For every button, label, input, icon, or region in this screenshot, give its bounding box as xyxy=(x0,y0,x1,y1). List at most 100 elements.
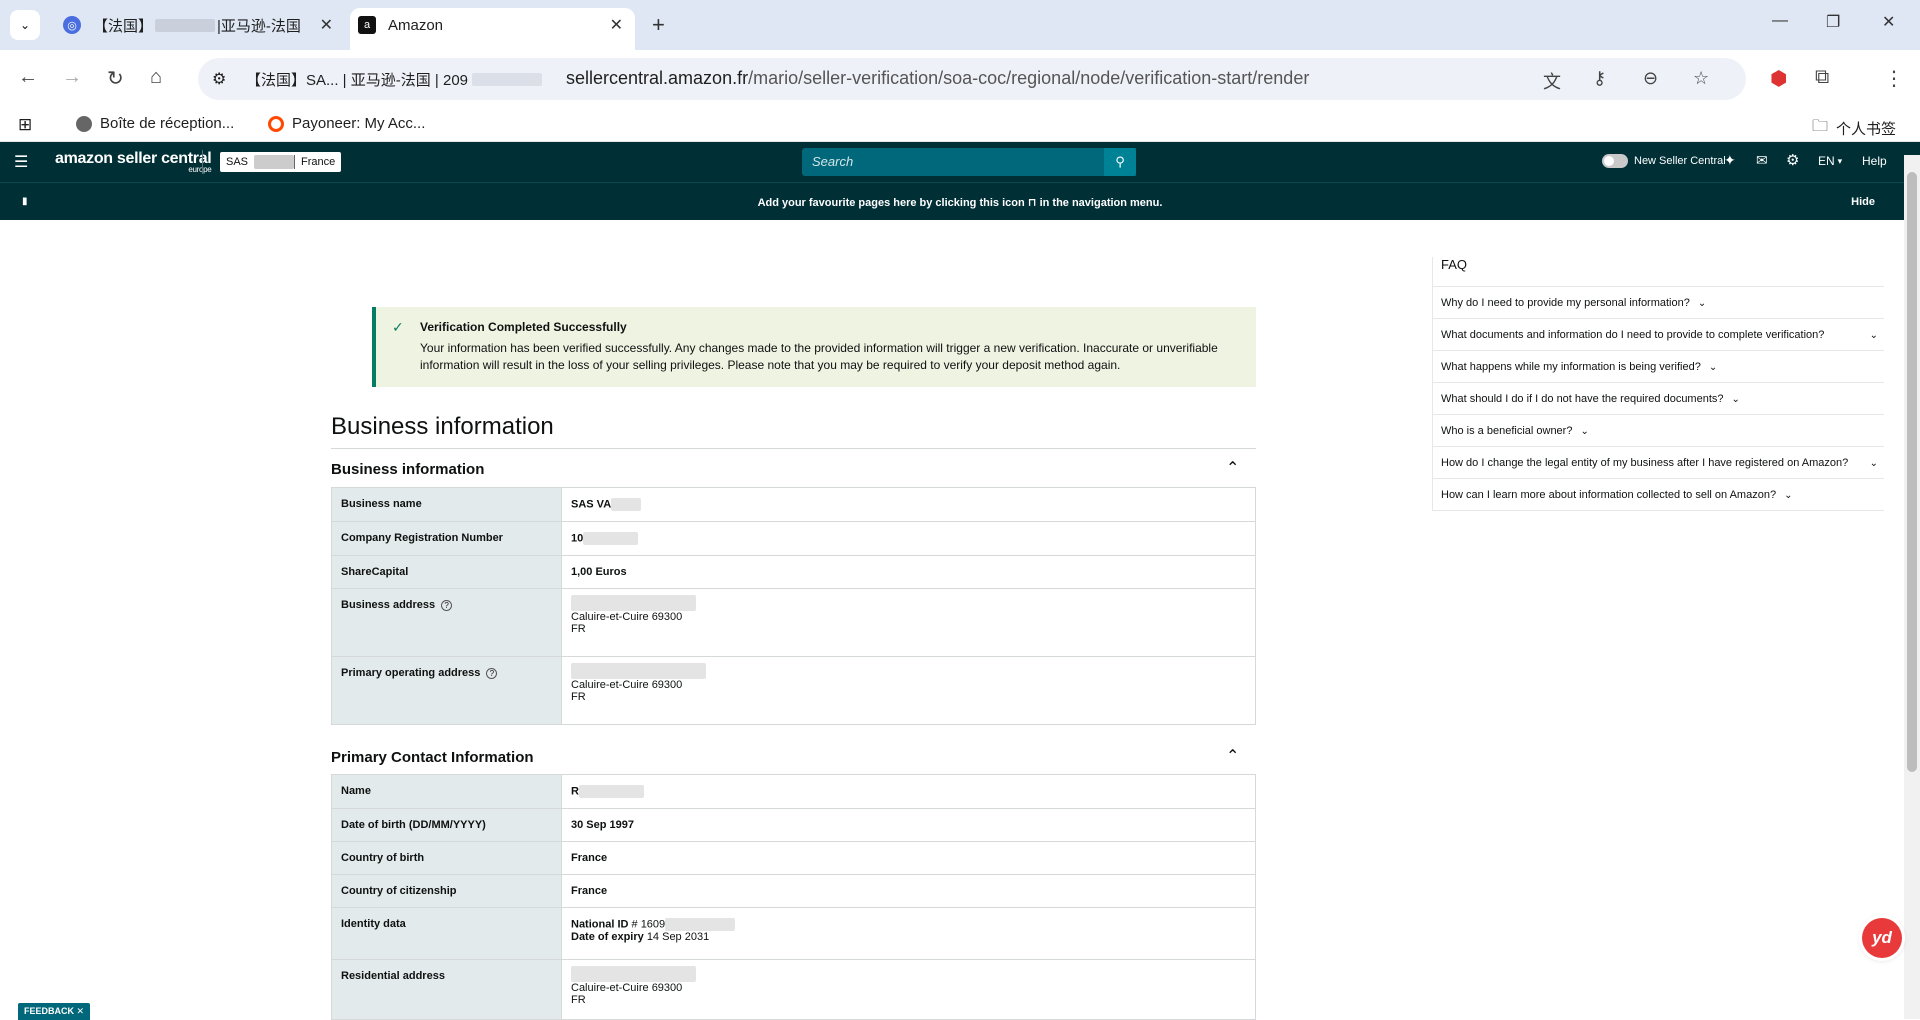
settings-gear-icon[interactable]: ⚙ xyxy=(1786,151,1799,169)
contact-info-table: Name R Date of birth (DD/MM/YYYY) 30 Sep… xyxy=(331,774,1256,1020)
national-id-value: # 1609 xyxy=(631,918,666,931)
search-box xyxy=(802,148,1136,176)
redacted-block xyxy=(583,532,639,545)
table-row: Name R xyxy=(331,774,1256,809)
address-country: FR xyxy=(571,994,586,1006)
chevron-down-icon: ⌄ xyxy=(19,18,31,32)
faq-item[interactable]: How do I change the legal entity of my b… xyxy=(1433,447,1884,479)
minimize-icon[interactable]: — xyxy=(1772,12,1788,30)
banner-text: Your information has been verified succe… xyxy=(420,341,1218,372)
dob-label: Date of birth (DD/MM/YYYY) xyxy=(331,808,562,842)
share-capital-value: 1,00 Euros xyxy=(561,555,1256,589)
help-circle-icon[interactable]: ? xyxy=(486,668,498,679)
faq-item[interactable]: Who is a beneficial owner? ⌄ xyxy=(1433,415,1884,447)
bookmark-star-icon[interactable]: ☆ xyxy=(1693,68,1709,89)
table-row: Identity data National ID # 1609 Date of … xyxy=(331,907,1256,960)
home-icon[interactable]: ⌂ xyxy=(150,66,162,89)
contact-name-label: Name xyxy=(331,774,562,809)
business-info-table: Business name SAS VA Company Registratio… xyxy=(331,487,1256,725)
faq-question: How do I change the legal entity of my b… xyxy=(1441,457,1849,469)
apps-grid-icon[interactable]: ⊞ xyxy=(18,115,32,135)
new-tab-button[interactable]: + xyxy=(652,12,665,38)
forward-icon[interactable]: → xyxy=(62,66,82,89)
close-icon[interactable]: ✕ xyxy=(320,15,333,35)
favourites-bar: ▮ Add your favourite pages here by click… xyxy=(0,182,1920,220)
business-section-heading: Business information xyxy=(331,461,485,478)
feedback-button[interactable]: FEEDBACK ✕ xyxy=(18,1003,91,1020)
bookmark-folder[interactable]: 🗀 个人书签 xyxy=(1812,115,1896,142)
scrollbar-thumb[interactable] xyxy=(1907,172,1917,772)
youdao-badge[interactable]: yd xyxy=(1862,918,1902,958)
bookmarks-bar: ⊞ Boîte de réception... Payoneer: My Acc… xyxy=(0,108,1920,142)
new-seller-central-toggle[interactable]: New Seller Central xyxy=(1602,154,1726,168)
globe-icon xyxy=(76,115,92,132)
bookmark-label: Boîte de réception... xyxy=(100,115,235,132)
hide-button[interactable]: Hide xyxy=(1851,196,1875,208)
caret-down-icon: ▾ xyxy=(1837,155,1843,166)
chevron-up-icon[interactable]: ⌃ xyxy=(1226,458,1239,478)
business-address-value: Caluire-et-Cuire 69300 FR xyxy=(561,588,1256,657)
toggle-switch[interactable] xyxy=(1602,154,1628,168)
contact-section-heading: Primary Contact Information xyxy=(331,749,534,766)
chevron-down-icon: ⌄ xyxy=(1731,394,1740,405)
search-input[interactable] xyxy=(802,148,1102,175)
faq-question: What should I do if I do not have the re… xyxy=(1441,393,1724,405)
address-bar[interactable]: ⚙ 【法国】SA... | 亚马逊-法国 | 209 sellercentral… xyxy=(198,58,1746,100)
chevron-down-icon: ⌄ xyxy=(1708,362,1718,373)
bookmark-item[interactable]: Boîte de réception... xyxy=(76,115,234,132)
toggle-label: New Seller Central xyxy=(1634,155,1726,167)
faq-item[interactable]: How can I learn more about information c… xyxy=(1433,479,1884,511)
faq-item[interactable]: What happens while my information is bei… xyxy=(1433,351,1884,383)
faq-question: Why do I need to provide my personal inf… xyxy=(1441,297,1690,309)
browser-tab-1[interactable]: ◎ 【法国】 |亚马逊-法国 ✕ xyxy=(55,8,345,42)
expiry-label: Date of expiry xyxy=(571,931,644,943)
help-link[interactable]: Help xyxy=(1862,154,1887,168)
close-icon[interactable]: ✕ xyxy=(610,15,623,35)
redacted-block xyxy=(571,595,696,611)
bookmark-item[interactable]: Payoneer: My Acc... xyxy=(268,115,425,132)
faq-question: How can I learn more about information c… xyxy=(1441,489,1777,501)
back-icon[interactable]: ← xyxy=(18,66,38,89)
extensions-icon[interactable]: ⧉ xyxy=(1815,66,1829,89)
mail-icon[interactable]: ✉ xyxy=(1756,152,1768,169)
zoom-icon[interactable]: ⊖ xyxy=(1643,68,1658,89)
table-row: Company Registration Number 10 xyxy=(331,521,1256,556)
faq-item[interactable]: What should I do if I do not have the re… xyxy=(1433,383,1884,415)
fav-message-tail: in the navigation menu. xyxy=(1039,197,1163,209)
redacted-block xyxy=(578,785,644,798)
table-row: Business name SAS VA xyxy=(331,487,1256,522)
url-text[interactable]: sellercentral.amazon.fr/mario/seller-ver… xyxy=(566,68,1309,89)
url-host: sellercentral.amazon.fr xyxy=(566,68,749,88)
business-address-label: Business address? xyxy=(331,588,562,657)
reload-icon[interactable]: ↻ xyxy=(107,66,124,91)
crn-value: 10 xyxy=(561,521,1256,556)
seller-central-logo[interactable]: amazon seller central europe xyxy=(55,150,212,174)
language-selector[interactable]: EN ▾ xyxy=(1818,154,1842,168)
tab-search-button[interactable]: ⌄ xyxy=(10,10,40,40)
site-info-chip[interactable]: ⚙ 【法国】SA... | 亚马逊-法国 | 209 xyxy=(198,58,543,100)
expiry-value: 14 Sep 2031 xyxy=(646,931,710,943)
identity-data-label: Identity data xyxy=(331,907,562,960)
chevron-up-icon[interactable]: ⌃ xyxy=(1226,746,1239,766)
password-key-icon[interactable]: ⚷ xyxy=(1593,68,1606,89)
seller-central-header: ☰ amazon seller central europe SAS France… xyxy=(0,142,1920,182)
hamburger-menu-icon[interactable]: ☰ xyxy=(14,152,28,172)
restore-icon[interactable]: ❐ xyxy=(1826,12,1840,32)
help-circle-icon[interactable]: ? xyxy=(441,600,453,611)
table-row: Country of birth France xyxy=(331,841,1256,875)
browser-toolbar: ← → ↻ ⌂ ⚙ 【法国】SA... | 亚马逊-法国 | 209 selle… xyxy=(0,50,1920,108)
residential-address-label: Residential address xyxy=(331,959,562,1020)
language-label: EN xyxy=(1818,154,1835,168)
extension-shield-icon[interactable]: ⬢ xyxy=(1770,66,1787,91)
browser-tab-2[interactable]: a Amazon ✕ xyxy=(350,8,635,50)
faq-item[interactable]: What documents and information do I need… xyxy=(1433,319,1884,351)
search-button[interactable]: ⚲ xyxy=(1104,148,1136,176)
sparkle-icon[interactable]: ✦ xyxy=(1724,152,1736,169)
translate-icon[interactable]: 文 xyxy=(1543,68,1561,94)
table-row: ShareCapital 1,00 Euros xyxy=(331,555,1256,589)
close-window-icon[interactable]: ✕ xyxy=(1882,12,1895,32)
more-menu-icon[interactable]: ⋮ xyxy=(1884,66,1904,91)
address-country: FR xyxy=(571,623,586,635)
faq-item[interactable]: Why do I need to provide my personal inf… xyxy=(1433,287,1884,319)
account-switcher[interactable]: SAS France xyxy=(220,152,342,172)
